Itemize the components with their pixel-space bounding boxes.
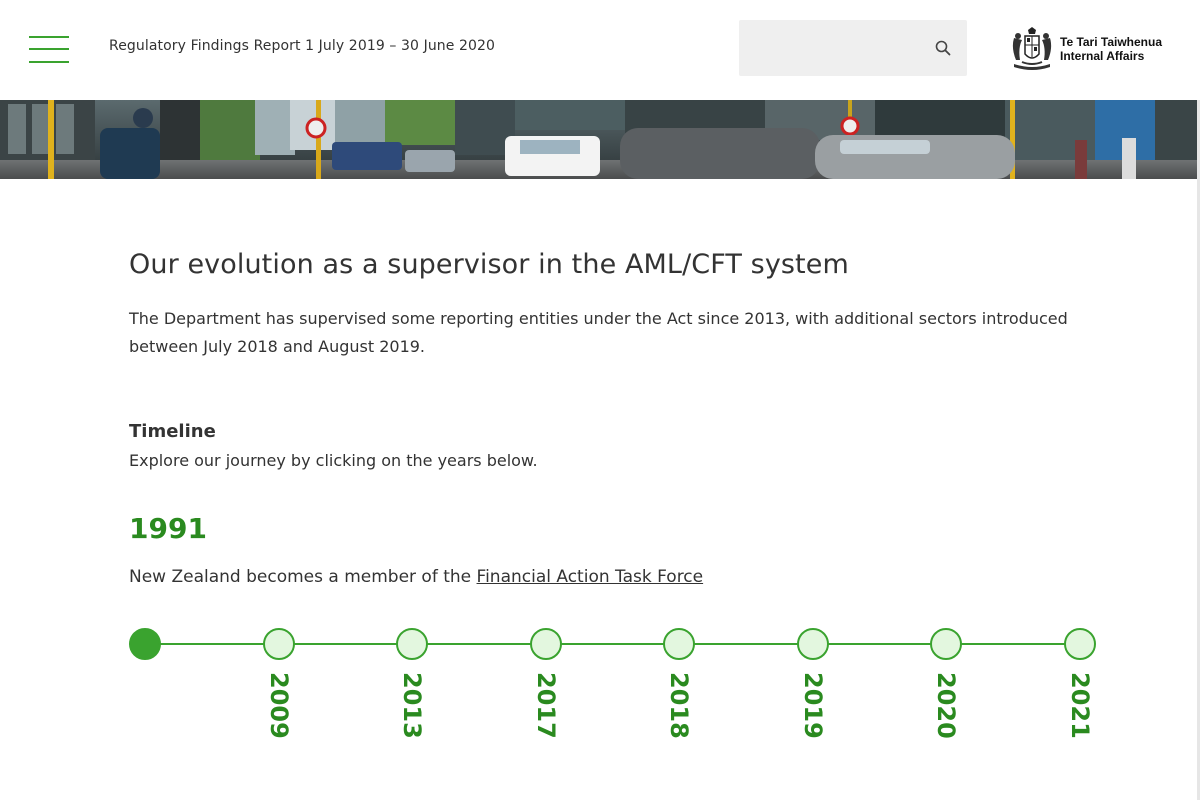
timeline-dot-2017[interactable] (530, 628, 562, 660)
site-header: Regulatory Findings Report 1 July 2019 –… (0, 0, 1200, 100)
search-icon[interactable] (934, 39, 952, 57)
timeline-year-label-2019[interactable]: 2019 (797, 672, 829, 750)
intro-paragraph: The Department has supervised some repor… (129, 309, 1068, 356)
event-text-prefix: New Zealand becomes a member of the (129, 567, 477, 587)
timeline-title: Timeline (129, 421, 216, 442)
timeline-dot-2019[interactable] (797, 628, 829, 660)
dia-logo[interactable]: Te Tari Taiwhenua Internal Affairs (1008, 26, 1173, 72)
timeline-dot-2009[interactable] (263, 628, 295, 660)
menu-line (29, 36, 69, 38)
timeline-dot-1991[interactable] (129, 628, 161, 660)
selected-year-heading: 1991 (129, 512, 207, 545)
timeline-dot-2021[interactable] (1064, 628, 1096, 660)
timeline-year-text: 2020 (932, 672, 960, 739)
hero-banner-image (0, 100, 1198, 179)
page-heading: Our evolution as a supervisor in the AML… (129, 249, 849, 280)
search-box (739, 20, 967, 76)
menu-line (29, 61, 69, 63)
hamburger-menu-icon[interactable] (29, 34, 69, 66)
timeline-year-text: 2021 (1066, 672, 1094, 739)
report-title: Regulatory Findings Report 1 July 2019 –… (109, 38, 496, 54)
street-scene-image (0, 100, 1198, 179)
timeline-year-text: 2019 (799, 672, 827, 739)
timeline-year-label-2013[interactable]: 2013 (396, 672, 428, 750)
timeline-year-label-2020[interactable]: 2020 (930, 672, 962, 750)
timeline-dot-2018[interactable] (663, 628, 695, 660)
timeline-dot-2013[interactable] (396, 628, 428, 660)
timeline-year-text: 2018 (665, 672, 693, 739)
timeline-subtitle: Explore our journey by clicking on the y… (129, 451, 538, 470)
timeline-year-label-2021[interactable]: 2021 (1064, 672, 1096, 750)
timeline-dot-2020[interactable] (930, 628, 962, 660)
timeline-year-label-2009[interactable]: 2009 (263, 672, 295, 750)
logo-line2: Internal Affairs (1060, 49, 1145, 63)
nz-coat-of-arms-icon (1012, 27, 1052, 70)
timeline-year-text: 2013 (398, 672, 426, 739)
timeline-year-text: 2009 (265, 672, 293, 739)
fatf-link[interactable]: Financial Action Task Force (477, 567, 704, 587)
timeline-year-text: 2017 (532, 672, 560, 739)
menu-line (29, 48, 69, 50)
timeline-year-label-2018[interactable]: 2018 (663, 672, 695, 750)
search-input[interactable] (739, 20, 924, 76)
timeline-event-text: New Zealand becomes a member of the Fina… (129, 567, 703, 587)
timeline-year-label-2017[interactable]: 2017 (530, 672, 562, 750)
logo-text: Te Tari Taiwhenua Internal Affairs (1060, 35, 1162, 63)
logo-line1: Te Tari Taiwhenua (1060, 35, 1163, 49)
